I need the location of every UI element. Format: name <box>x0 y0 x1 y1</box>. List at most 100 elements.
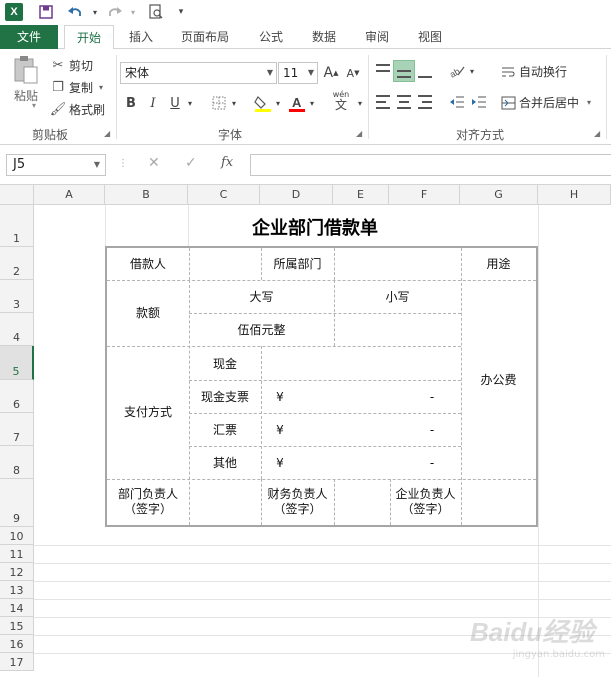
format-painter-button[interactable]: 🖌 格式刷 <box>50 101 105 118</box>
tab-data[interactable]: 数据 <box>303 25 345 49</box>
tab-formulas[interactable]: 公式 <box>250 25 292 49</box>
redo-dropdown-icon[interactable]: ▾ <box>124 3 142 21</box>
phonetic-dropdown-icon[interactable]: ▾ <box>354 92 366 114</box>
sheet-title[interactable]: 企业部门借款单 <box>190 214 440 240</box>
formula-input[interactable] <box>250 154 611 176</box>
bold-button[interactable]: B <box>120 92 142 114</box>
font-size-combo[interactable]: 11 ▼ <box>278 62 318 84</box>
row-header[interactable]: 16 <box>0 635 34 653</box>
row-header[interactable]: 6 <box>0 380 34 413</box>
purpose-label[interactable]: 用途 <box>461 257 536 272</box>
tab-view[interactable]: 视图 <box>409 25 451 49</box>
cash-cheque-label[interactable]: 现金支票 <box>189 390 261 405</box>
tab-insert[interactable]: 插入 <box>120 25 162 49</box>
row-header[interactable]: 8 <box>0 446 34 479</box>
finance-head-label[interactable]: 财务负责人 <box>261 487 334 502</box>
select-all-corner[interactable] <box>0 185 34 205</box>
clipboard-launcher-icon[interactable]: ◢ <box>104 129 110 138</box>
font-color-dropdown-icon[interactable]: ▾ <box>306 92 318 114</box>
wrap-text-button[interactable]: 自动换行 <box>500 63 567 80</box>
grow-font-button[interactable]: A ▲ <box>320 62 342 84</box>
column-header-g[interactable]: G <box>460 185 538 205</box>
column-header-f[interactable]: F <box>389 185 460 205</box>
redo-icon[interactable] <box>106 3 124 21</box>
borders-button[interactable] <box>208 92 230 114</box>
tab-file[interactable]: 文件 <box>0 25 58 49</box>
column-header-e[interactable]: E <box>333 185 389 205</box>
font-launcher-icon[interactable]: ◢ <box>356 129 362 138</box>
copy-button[interactable]: ❐ 复制 ▾ <box>50 79 103 96</box>
merge-center-button[interactable]: 合并后居中 ▾ <box>500 94 591 111</box>
row-header[interactable]: 11 <box>0 545 34 563</box>
office-expense-value[interactable]: 办公费 <box>461 373 536 388</box>
merge-dropdown-icon[interactable]: ▾ <box>587 98 591 107</box>
fill-color-dropdown-icon[interactable]: ▾ <box>272 92 284 114</box>
alignment-launcher-icon[interactable]: ◢ <box>594 129 600 138</box>
row-header[interactable]: 9 <box>0 479 34 527</box>
row-header[interactable]: 13 <box>0 581 34 599</box>
align-middle-button[interactable] <box>393 60 415 82</box>
row-header[interactable]: 4 <box>0 313 34 346</box>
cancel-icon[interactable]: ✕ <box>148 155 160 171</box>
align-top-button[interactable] <box>372 60 394 82</box>
upper-amount-label[interactable]: 大写 <box>189 290 334 305</box>
font-color-button[interactable]: A <box>286 92 308 114</box>
underline-dropdown-icon[interactable]: ▾ <box>184 92 196 114</box>
copy-dropdown-icon[interactable]: ▾ <box>99 83 103 92</box>
undo-dropdown-icon[interactable]: ▾ <box>86 3 104 21</box>
enter-icon[interactable]: ✓ <box>185 155 197 171</box>
company-head-label[interactable]: 企业负责人 <box>390 487 461 502</box>
amount-in-words[interactable]: 伍佰元整 <box>189 323 334 338</box>
row-header[interactable]: 17 <box>0 653 34 671</box>
borders-dropdown-icon[interactable]: ▾ <box>228 92 240 114</box>
paste-dropdown-icon[interactable]: ▾ <box>32 101 36 110</box>
font-name-combo[interactable]: 宋体 ▼ <box>120 62 277 84</box>
customize-toolbar-icon[interactable]: ▾ <box>172 3 190 21</box>
row-header[interactable]: 3 <box>0 280 34 313</box>
dept-head-label[interactable]: 部门负责人 <box>107 487 189 502</box>
other-label[interactable]: 其他 <box>189 456 261 471</box>
insert-function-icon[interactable]: fx <box>221 155 233 170</box>
column-header-b[interactable]: B <box>105 185 188 205</box>
name-box[interactable]: J5 ▼ <box>6 154 106 176</box>
row-header[interactable]: 15 <box>0 617 34 635</box>
row-header[interactable]: 12 <box>0 563 34 581</box>
row-header[interactable]: 10 <box>0 527 34 545</box>
lower-amount-label[interactable]: 小写 <box>334 290 461 305</box>
cut-button[interactable]: ✂ 剪切 <box>50 57 93 74</box>
cash-label[interactable]: 现金 <box>189 357 261 372</box>
paste-button[interactable]: 粘贴 <box>8 55 44 111</box>
align-right-button[interactable] <box>414 91 436 113</box>
shrink-font-button[interactable]: A ▼ <box>342 62 364 84</box>
row-header[interactable]: 2 <box>0 247 34 280</box>
draft-label[interactable]: 汇票 <box>189 423 261 438</box>
amount-label[interactable]: 款额 <box>107 306 189 321</box>
undo-icon[interactable] <box>66 3 84 21</box>
orientation-button[interactable]: ab <box>446 60 468 82</box>
align-center-button[interactable] <box>393 91 415 113</box>
column-header-c[interactable]: C <box>188 185 260 205</box>
department-label[interactable]: 所属部门 <box>261 257 334 272</box>
tab-page-layout[interactable]: 页面布局 <box>172 25 238 49</box>
italic-button[interactable]: I <box>142 92 164 114</box>
align-left-button[interactable] <box>372 91 394 113</box>
increase-indent-button[interactable] <box>468 91 490 113</box>
phonetic-button[interactable]: wén 文 <box>328 90 354 112</box>
row-header[interactable]: 7 <box>0 413 34 446</box>
print-preview-icon[interactable] <box>147 3 165 21</box>
decrease-indent-button[interactable] <box>446 91 468 113</box>
column-header-a[interactable]: A <box>34 185 105 205</box>
fill-color-button[interactable] <box>252 92 274 114</box>
row-header[interactable]: 1 <box>0 205 34 247</box>
tab-review[interactable]: 审阅 <box>356 25 398 49</box>
row-header[interactable]: 14 <box>0 599 34 617</box>
underline-button[interactable]: U <box>164 92 186 114</box>
orientation-dropdown-icon[interactable]: ▾ <box>466 60 478 82</box>
payment-method-label[interactable]: 支付方式 <box>107 405 189 420</box>
column-header-h[interactable]: H <box>538 185 611 205</box>
row-header-selected[interactable]: 5 <box>0 346 34 380</box>
column-header-d[interactable]: D <box>260 185 333 205</box>
save-icon[interactable] <box>37 3 55 21</box>
borrower-label[interactable]: 借款人 <box>107 257 189 272</box>
align-bottom-button[interactable] <box>414 60 436 82</box>
